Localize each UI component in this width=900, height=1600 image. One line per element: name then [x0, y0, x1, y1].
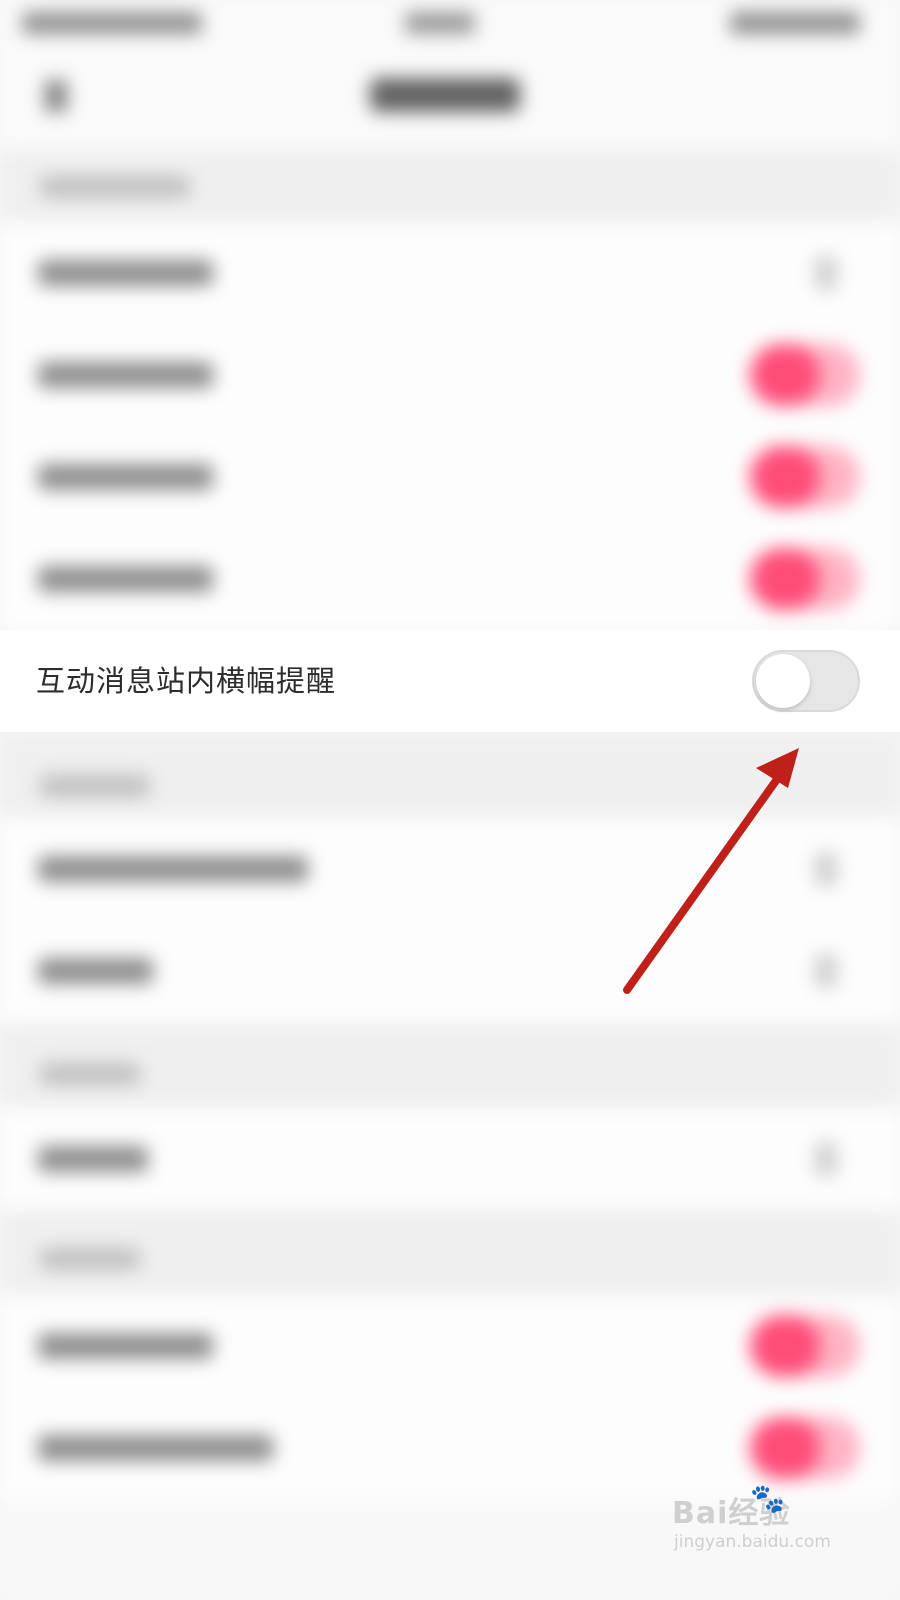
toggle-switch[interactable] — [750, 1417, 860, 1479]
banner-notification-toggle[interactable] — [752, 650, 860, 712]
watermark-site: jingyan.baidu.com — [674, 1532, 831, 1552]
section-header — [0, 1210, 900, 1300]
chevron-right-icon — [815, 954, 837, 988]
chevron-right-icon — [815, 1142, 837, 1176]
baidu-paw-icon: 🐾 — [750, 1482, 785, 1515]
chevron-right-icon — [815, 256, 837, 290]
status-bar-center — [405, 12, 475, 34]
toggle-switch[interactable] — [750, 446, 860, 508]
settings-row[interactable] — [0, 920, 900, 1022]
chevron-right-icon — [815, 852, 837, 886]
toggle-switch[interactable] — [750, 344, 860, 406]
banner-notification-label: 互动消息站内横幅提醒 — [36, 664, 337, 698]
settings-row[interactable] — [0, 222, 900, 324]
settings-row[interactable] — [0, 1295, 900, 1397]
status-bar-right — [730, 12, 860, 34]
settings-row[interactable] — [0, 324, 900, 426]
toggle-switch[interactable] — [750, 1315, 860, 1377]
settings-row[interactable] — [0, 818, 900, 920]
toggle-knob — [756, 654, 810, 708]
settings-row[interactable] — [0, 528, 900, 630]
status-bar-left — [22, 12, 202, 34]
section-header — [0, 150, 900, 230]
section-header — [0, 735, 900, 830]
settings-row[interactable] — [0, 426, 900, 528]
section-header — [0, 1025, 900, 1120]
blurred-background — [0, 0, 900, 1600]
baidu-jingyan-watermark: Bai经验 🐾 jingyan.baidu.com — [672, 1482, 872, 1568]
page-title — [370, 78, 520, 112]
back-icon[interactable] — [45, 80, 67, 112]
status-bar — [0, 0, 900, 50]
settings-row[interactable] — [0, 1108, 900, 1210]
banner-notification-row[interactable]: 互动消息站内横幅提醒 — [0, 630, 900, 732]
toggle-switch[interactable] — [750, 548, 860, 610]
